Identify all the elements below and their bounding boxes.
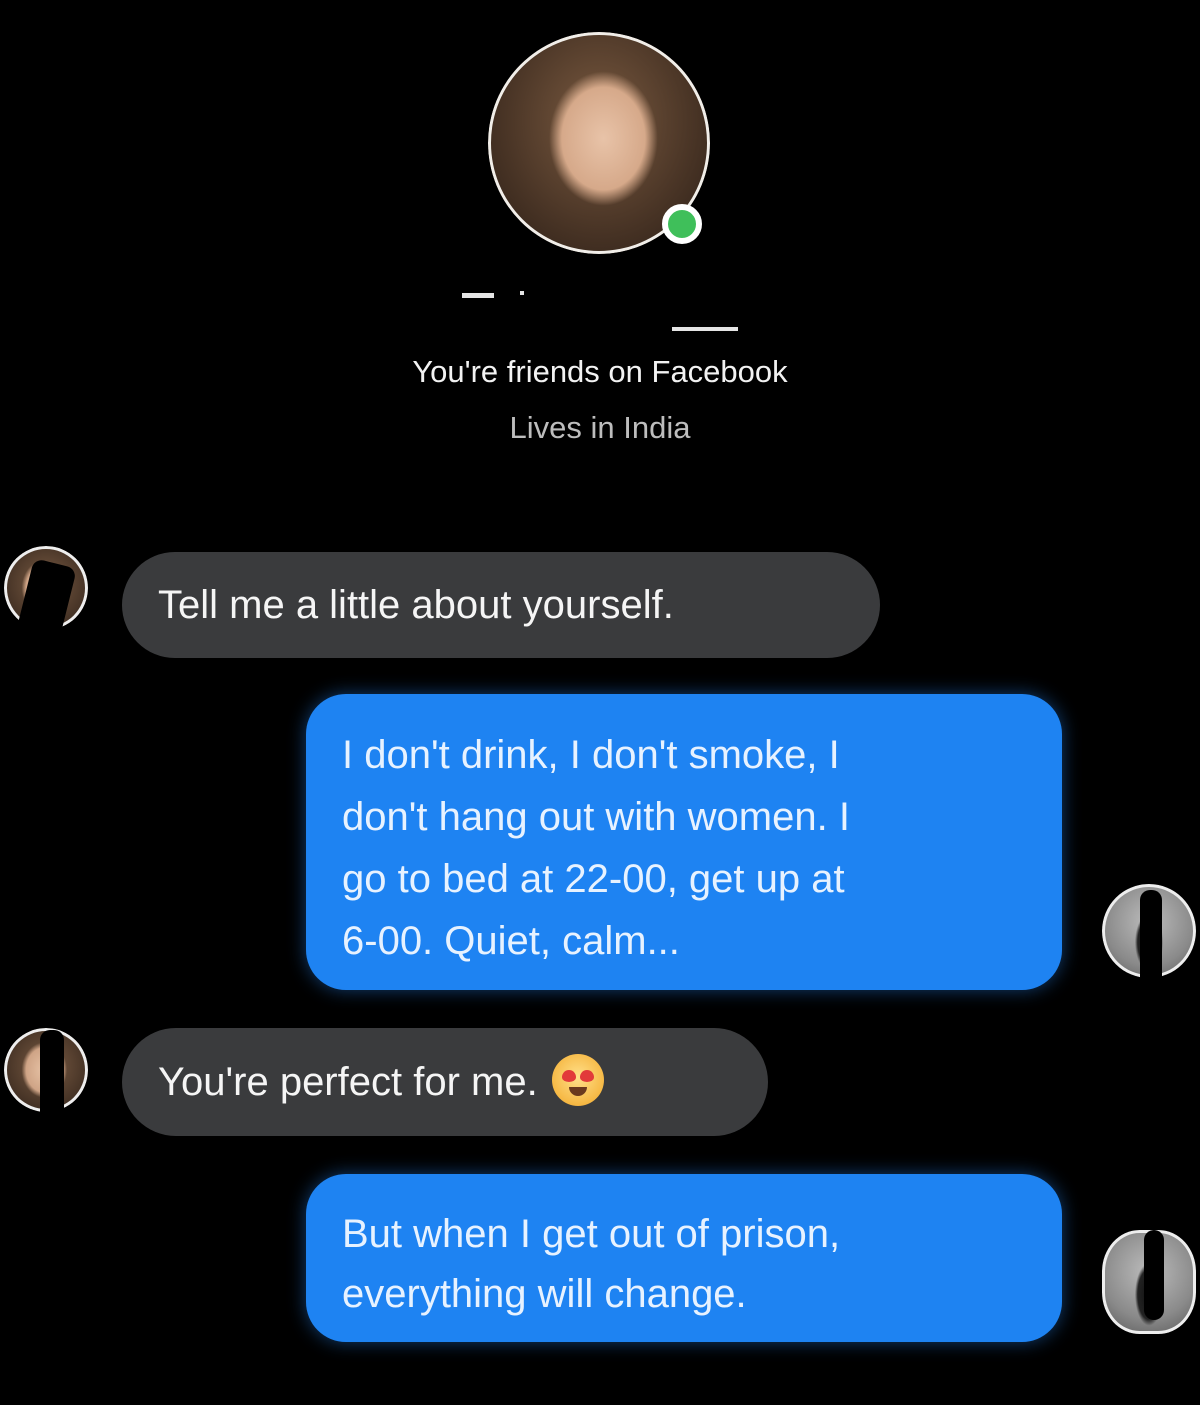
online-status-icon <box>662 204 702 244</box>
redacted-name-mark <box>520 291 524 295</box>
redaction-bar <box>1140 890 1162 990</box>
message-line: 6-00. Quiet, calm... <box>342 919 680 963</box>
message-line: I don't drink, I don't smoke, I <box>342 733 840 777</box>
redacted-name-mark <box>672 327 738 331</box>
outgoing-message-bubble[interactable]: But when I get out of prison, everything… <box>306 1174 1062 1342</box>
profile-avatar[interactable] <box>488 32 710 254</box>
message-line: everything will change. <box>342 1272 747 1316</box>
redaction-bar <box>1144 1230 1164 1320</box>
message-text: You're perfect for me. <box>158 1060 538 1104</box>
redaction-bar <box>40 1030 64 1134</box>
incoming-message-bubble[interactable]: You're perfect for me. <box>122 1028 768 1136</box>
redacted-name-mark <box>462 293 494 298</box>
message-line: But when I get out of prison, <box>342 1212 841 1256</box>
message-line: don't hang out with women. I <box>342 795 850 839</box>
message-text: Tell me a little about yourself. <box>158 583 674 627</box>
message-line: go to bed at 22-00, get up at <box>342 857 845 901</box>
heart-eyes-emoji-icon <box>551 1054 604 1107</box>
incoming-message-bubble[interactable]: Tell me a little about yourself. <box>122 552 880 658</box>
outgoing-message-bubble[interactable]: I don't drink, I don't smoke, I don't ha… <box>306 694 1062 990</box>
friends-status-text: You're friends on Facebook <box>412 354 788 389</box>
location-text: Lives in India <box>509 410 691 445</box>
